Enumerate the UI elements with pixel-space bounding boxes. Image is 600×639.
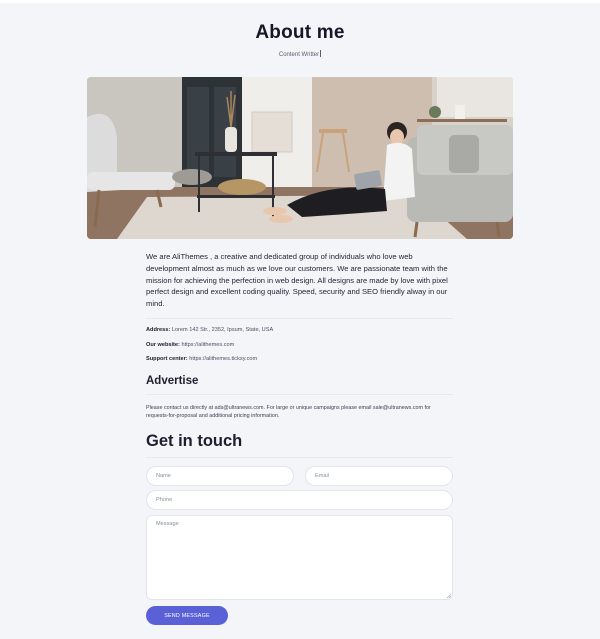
email-input[interactable]	[305, 466, 453, 486]
hero-photo-illustration	[87, 77, 513, 239]
support-label: Support center:	[146, 356, 188, 362]
website-label: Our website:	[146, 342, 180, 348]
page-title: About me	[255, 22, 345, 43]
send-message-button[interactable]: SEND MESSAGE	[146, 606, 228, 625]
phone-input[interactable]	[146, 490, 453, 510]
address-label: Address:	[146, 327, 171, 333]
support-link[interactable]: https://alithemes.ticksy.com	[189, 356, 257, 362]
hero-image	[87, 77, 513, 239]
website-line: Our website: https://alithemes.com	[146, 342, 234, 348]
message-textarea[interactable]	[146, 515, 453, 600]
intro-text: We are AliThemes , a creative and dedica…	[146, 252, 448, 309]
resize-handle-icon[interactable]	[446, 593, 451, 598]
divider	[146, 457, 453, 458]
advertise-heading: Advertise	[146, 375, 199, 387]
top-bar	[0, 0, 600, 3]
name-input[interactable]	[146, 466, 294, 486]
address-value: Lorem 142 Str., 2352, Ipsum, State, USA	[171, 327, 274, 333]
contact-heading: Get in touch	[146, 432, 243, 450]
page-subtitle: Content Writter	[0, 50, 600, 58]
address-line: Address: Lorem 142 Str., 2352, Ipsum, St…	[146, 327, 273, 333]
subtitle-text: Content Writter	[278, 52, 320, 58]
advertise-text: Please contact us directly at ads@ultran…	[146, 405, 431, 419]
divider	[146, 318, 453, 319]
divider	[146, 394, 453, 395]
typing-caret	[320, 50, 322, 57]
website-link[interactable]: https://alithemes.com	[181, 342, 234, 348]
support-line: Support center: https://alithemes.ticksy…	[146, 356, 257, 362]
